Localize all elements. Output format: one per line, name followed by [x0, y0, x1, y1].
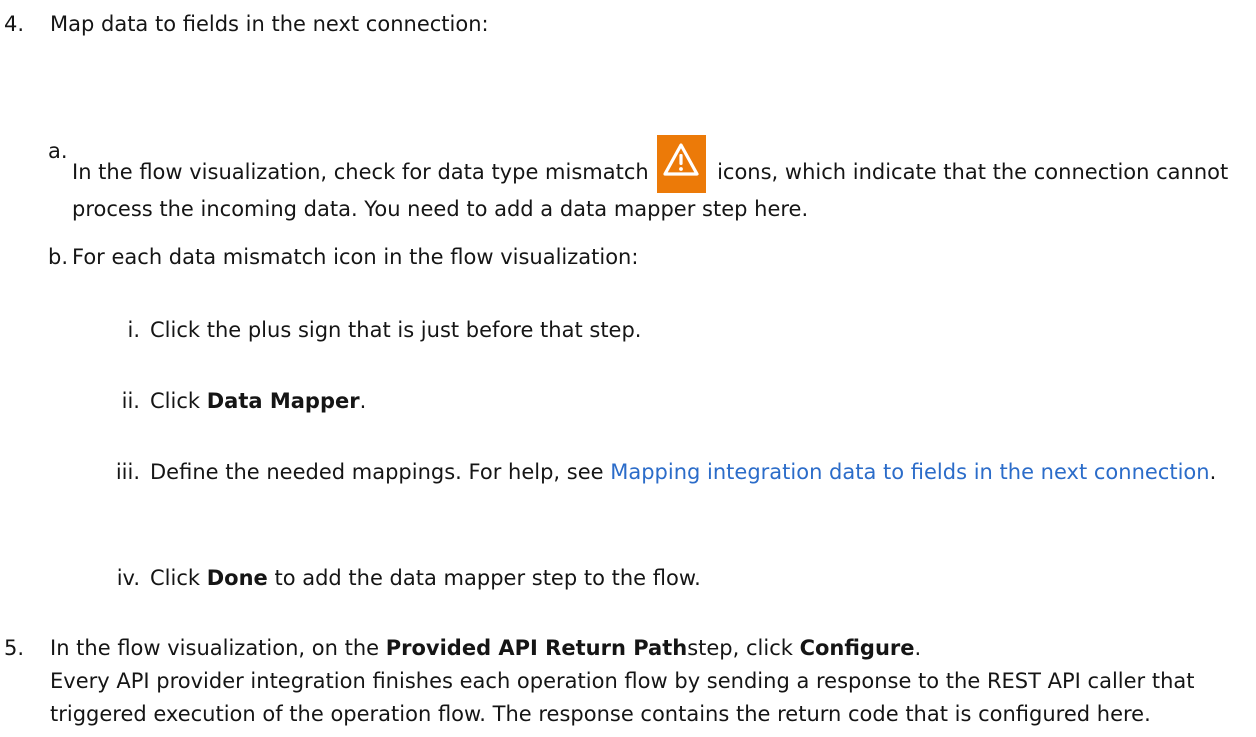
step-5-prefix: In the flow visualization, on the: [50, 636, 386, 660]
list-marker: ii.: [121, 389, 140, 413]
step-4b-iii-prefix: Define the needed mappings. For help, se…: [150, 460, 611, 484]
list-marker: 4.: [4, 12, 25, 36]
list-marker: iii.: [115, 460, 140, 484]
list-marker: 5.: [4, 636, 25, 660]
step-4-text: Map data to fields in the next connectio…: [50, 12, 489, 36]
step-text: Click the plus sign that is just before …: [150, 314, 1240, 347]
list-marker: iv.: [116, 566, 140, 590]
ui-term-done: Done: [206, 566, 268, 590]
step-5-description: Every API provider integration finishes …: [50, 669, 1195, 726]
step-text: In the flow visualization, check for dat…: [72, 135, 1242, 226]
step-5-middle: step, click: [687, 636, 800, 660]
step-4a-text-before: In the flow visualization, check for dat…: [72, 160, 649, 184]
step-4a-paragraph: In the flow visualization, check for dat…: [72, 135, 1242, 226]
step-text: Click Data Mapper.: [150, 385, 1240, 418]
step-5-suffix: .: [914, 636, 922, 660]
step-4b-i-text: Click the plus sign that is just before …: [150, 318, 642, 342]
step-4b-iv-suffix: to add the data mapper step to the flow.: [267, 566, 701, 590]
step-text: Map data to fields in the next connectio…: [50, 8, 1240, 41]
step-text: Click Done to add the data mapper step t…: [150, 562, 1240, 595]
step-5-instruction: In the flow visualization, on the Provid…: [50, 632, 1250, 665]
step-4b-ii-paragraph: Click Data Mapper.: [150, 385, 1240, 418]
list-marker: b.: [48, 245, 69, 269]
list-marker: i.: [127, 318, 140, 342]
list-marker: a.: [48, 139, 68, 163]
warning-triangle-icon: [657, 135, 707, 193]
warning-triangle-icon-glyph: [663, 143, 699, 176]
step-4b-iii-paragraph: Define the needed mappings. For help, se…: [150, 456, 1240, 489]
step-4b-iv-prefix: Click: [150, 566, 207, 590]
step-4b-iii-suffix: .: [1209, 460, 1217, 484]
ui-term-configure: Configure: [799, 636, 915, 660]
mapping-docs-link[interactable]: Mapping integration data to fields in th…: [610, 460, 1209, 484]
step-text: Define the needed mappings. For help, se…: [150, 456, 1240, 489]
step-4b-ii-suffix: .: [359, 389, 367, 413]
ui-term-data-mapper: Data Mapper: [206, 389, 360, 413]
step-4b-iv-paragraph: Click Done to add the data mapper step t…: [150, 562, 1240, 595]
step-4b-text: For each data mismatch icon in the flow …: [72, 245, 639, 269]
ui-term-provided-api-return-path: Provided API Return Path: [385, 636, 688, 660]
step-text: For each data mismatch icon in the flow …: [72, 241, 1242, 274]
step-4b-ii-prefix: Click: [150, 389, 207, 413]
step-text: In the flow visualization, on the Provid…: [50, 632, 1250, 731]
